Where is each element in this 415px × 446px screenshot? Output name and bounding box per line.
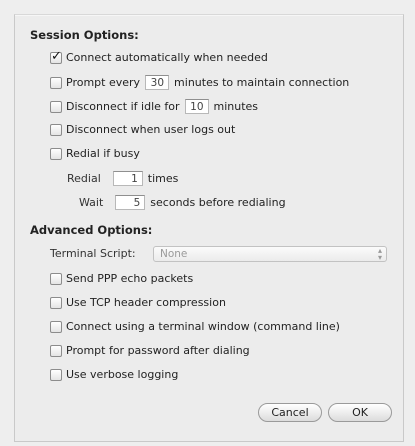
tcp-label: Use TCP header compression (66, 296, 226, 309)
prompt-password-checkbox[interactable] (50, 344, 62, 357)
redial-times-input[interactable]: 1 (112, 171, 143, 186)
wait-label: Wait (79, 196, 104, 209)
terminal-window-checkbox[interactable] (50, 320, 62, 333)
cancel-button[interactable]: Cancel (258, 403, 322, 422)
redial-times-suffix: times (147, 172, 179, 185)
prompt-every-prefix: Prompt every (66, 76, 141, 89)
prompt-every-suffix: minutes to maintain connection (174, 76, 350, 89)
idle-input[interactable]: 10 (184, 99, 209, 114)
ok-button[interactable]: OK (328, 403, 392, 422)
idle-prefix: Disconnect if idle for (66, 100, 180, 113)
idle-checkbox[interactable] (50, 100, 62, 113)
redial-times-row: Redial 1 times (67, 171, 178, 186)
logout-row[interactable]: Disconnect when user logs out (50, 123, 235, 136)
select-arrows-icon: ▴ ▾ (377, 246, 382, 262)
prompt-every-input[interactable]: 30 (145, 75, 170, 90)
advanced-options-title: Advanced Options: (30, 223, 153, 237)
verbose-checkbox[interactable] (50, 368, 62, 381)
wait-suffix: seconds before redialing (150, 196, 286, 209)
prompt-every-row[interactable]: Prompt every 30 minutes to maintain conn… (50, 75, 349, 90)
terminal-script-label: Terminal Script: (50, 247, 136, 260)
redial-label: Redial if busy (66, 147, 140, 160)
tcp-checkbox[interactable] (50, 296, 62, 309)
idle-row[interactable]: Disconnect if idle for 10 minutes (50, 99, 258, 114)
connect-auto-label: Connect automatically when needed (66, 51, 268, 64)
redial-checkbox[interactable] (50, 147, 62, 160)
ppp-options-sheet: Session Options: Connect automatically w… (14, 14, 404, 442)
terminal-window-row[interactable]: Connect using a terminal window (command… (50, 320, 340, 333)
terminal-window-label: Connect using a terminal window (command… (66, 320, 340, 333)
terminal-script-row: Terminal Script: (50, 247, 136, 260)
session-options-title: Session Options: (30, 28, 139, 42)
terminal-script-select[interactable]: None ▴ ▾ (153, 246, 387, 262)
echo-checkbox[interactable] (50, 272, 62, 285)
echo-row[interactable]: Send PPP echo packets (50, 272, 193, 285)
prompt-every-checkbox[interactable] (50, 76, 62, 89)
prompt-password-row[interactable]: Prompt for password after dialing (50, 344, 250, 357)
logout-label: Disconnect when user logs out (66, 123, 236, 136)
connect-auto-row[interactable]: Connect automatically when needed (50, 49, 268, 64)
logout-checkbox[interactable] (50, 123, 62, 136)
redial-row[interactable]: Redial if busy (50, 147, 140, 160)
terminal-script-value: None (160, 248, 188, 260)
wait-input[interactable]: 5 (115, 195, 146, 210)
idle-suffix: minutes (213, 100, 259, 113)
tcp-row[interactable]: Use TCP header compression (50, 296, 226, 309)
verbose-row[interactable]: Use verbose logging (50, 368, 178, 381)
prompt-password-label: Prompt for password after dialing (66, 344, 250, 357)
verbose-label: Use verbose logging (66, 368, 179, 381)
redial-times-label: Redial (67, 172, 101, 185)
wait-row: Wait 5 seconds before redialing (79, 195, 286, 210)
echo-label: Send PPP echo packets (66, 272, 194, 285)
connect-auto-checkbox[interactable] (50, 49, 62, 64)
